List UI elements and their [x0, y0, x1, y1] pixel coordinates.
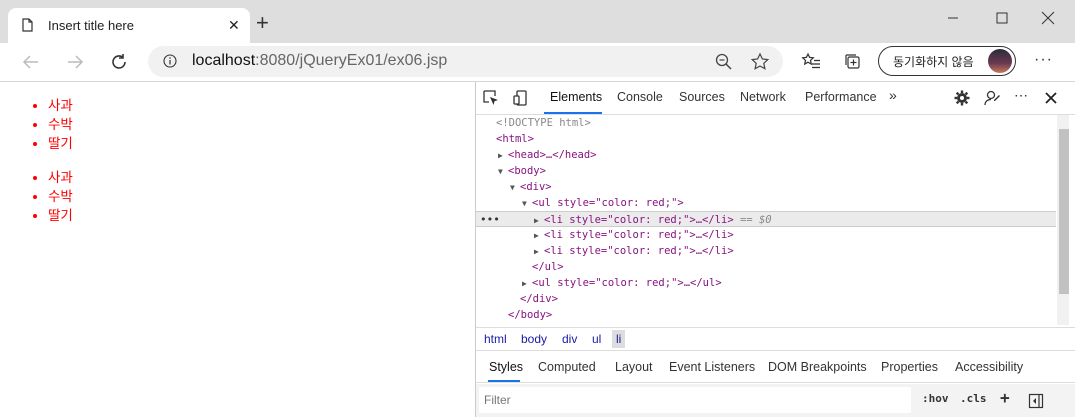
more-tabs-icon[interactable]: » [889, 87, 897, 103]
favorites-icon[interactable] [800, 51, 822, 73]
url-field[interactable]: localhost:8080/jQueryEx01/ex06.jsp [148, 46, 783, 77]
more-menu-icon[interactable]: ··· [1034, 51, 1053, 69]
favorite-star-icon[interactable] [750, 52, 770, 72]
breadcrumb-html[interactable]: html [484, 332, 507, 346]
page-content: 사과 수박 딸기 사과 수박 딸기 [0, 82, 475, 417]
forward-icon[interactable] [64, 51, 86, 73]
collections-icon[interactable] [842, 51, 864, 73]
styles-filter-bar: :hov .cls + [476, 384, 1075, 417]
tab-properties[interactable]: Properties [881, 360, 938, 374]
collapse-triangle-icon[interactable]: ▼ [522, 196, 532, 212]
scrollbar-thumb[interactable] [1059, 129, 1069, 294]
tab-styles[interactable]: Styles [489, 360, 523, 374]
list-item: 사과 [48, 168, 73, 187]
list-item: 수박 [48, 115, 73, 134]
cls-toggle-button[interactable]: .cls [960, 392, 987, 405]
tab-network[interactable]: Network [740, 90, 786, 104]
refresh-icon[interactable] [108, 51, 130, 73]
dom-line-li[interactable]: ▶ <li style="color: red;">…</li> [476, 227, 1075, 243]
tab-performance[interactable]: Performance [805, 90, 877, 104]
profile-sync-button[interactable]: 동기화하지 않음 [878, 46, 1016, 76]
browser-titlebar: Insert title here ✕ + [0, 0, 1075, 43]
tab-title: Insert title here [48, 18, 134, 33]
node-actions-icon[interactable]: ••• [480, 212, 500, 228]
collapse-triangle-icon[interactable]: ▼ [498, 164, 508, 180]
dom-line-html[interactable]: <html> [476, 131, 1075, 147]
devtools-panel: Elements Console Sources Network Perform… [475, 82, 1075, 417]
close-window-icon[interactable] [1033, 8, 1063, 28]
breadcrumb: html body div ul li [476, 327, 1075, 351]
styles-subtabs: Styles Computed Layout Event Listeners D… [476, 352, 1075, 383]
devtools-more-icon[interactable]: ⋯ [1014, 87, 1028, 104]
tab-computed[interactable]: Computed [538, 360, 596, 374]
fruit-list-1: 사과 수박 딸기 [0, 96, 73, 153]
dom-line-li-selected[interactable]: ••• ▶ <li style="color: red;">…</li> == $0 [476, 211, 1056, 227]
breadcrumb-div[interactable]: div [562, 332, 577, 346]
tab-console[interactable]: Console [617, 90, 663, 104]
list-item: 수박 [48, 187, 73, 206]
dom-tree: <!DOCTYPE html> <html> ▶ <head>…</head> ▼… [476, 115, 1056, 325]
collapse-triangle-icon[interactable]: ▼ [510, 180, 520, 196]
devtools-toolbar: Elements Console Sources Network Perform… [476, 82, 1075, 115]
dom-line-ul-2[interactable]: ▶ <ul style="color: red;">…</ul> [476, 275, 1075, 291]
expand-triangle-icon[interactable]: ▶ [522, 276, 532, 292]
device-toolbar-icon[interactable] [512, 89, 530, 107]
close-devtools-icon[interactable] [1042, 89, 1060, 107]
expand-triangle-icon[interactable]: ▶ [498, 148, 508, 164]
active-subtab-indicator [488, 380, 520, 382]
dom-line-body[interactable]: ▼ <body> [476, 163, 1075, 179]
dom-line-ul[interactable]: ▼ <ul style="color: red;"> [476, 195, 1075, 211]
dom-line-head[interactable]: ▶ <head>…</head> [476, 147, 1075, 163]
tab-layout[interactable]: Layout [615, 360, 653, 374]
new-tab-icon[interactable]: + [256, 12, 269, 34]
url-path: :8080/jQueryEx01/ex06.jsp [255, 52, 448, 69]
list-item: 사과 [48, 96, 73, 115]
breadcrumb-li[interactable]: li [612, 330, 626, 348]
dom-line-ul-close[interactable]: </ul> [476, 259, 1075, 275]
tab-sources[interactable]: Sources [679, 90, 725, 104]
settings-gear-icon[interactable] [953, 89, 971, 107]
dom-line-body-close[interactable]: </body> [476, 307, 1075, 323]
dom-line-doctype[interactable]: <!DOCTYPE html> [476, 115, 1075, 131]
tab-dom-breakpoints[interactable]: DOM Breakpoints [768, 360, 867, 374]
list-item: 딸기 [48, 206, 73, 225]
maximize-icon[interactable] [987, 8, 1017, 28]
breadcrumb-body[interactable]: body [521, 332, 547, 346]
expand-triangle-icon[interactable]: ▶ [534, 228, 544, 244]
url-text: localhost:8080/jQueryEx01/ex06.jsp [192, 52, 447, 70]
hov-toggle-button[interactable]: :hov [922, 392, 949, 405]
browser-tab[interactable]: Insert title here ✕ [8, 8, 250, 43]
dom-line-li[interactable]: ▶ <li style="color: red;">…</li> [476, 243, 1075, 259]
tab-elements[interactable]: Elements [550, 90, 602, 104]
breadcrumb-ul[interactable]: ul [592, 332, 601, 346]
toggle-sidebar-icon[interactable] [1028, 393, 1044, 409]
styles-filter-input[interactable] [479, 387, 911, 413]
avatar [988, 49, 1012, 73]
feedback-icon[interactable] [983, 89, 1001, 107]
dom-scrollbar[interactable] [1057, 115, 1069, 325]
address-bar: localhost:8080/jQueryEx01/ex06.jsp 동기화하지… [0, 43, 1075, 82]
expand-triangle-icon[interactable]: ▶ [534, 244, 544, 260]
tab-accessibility[interactable]: Accessibility [955, 360, 1023, 374]
new-style-rule-icon[interactable]: + [1000, 388, 1010, 407]
info-icon[interactable] [163, 54, 177, 68]
close-tab-icon[interactable]: ✕ [228, 17, 240, 34]
sync-label: 동기화하지 않음 [893, 55, 974, 69]
inspect-element-icon[interactable] [482, 89, 500, 107]
fruit-list-2: 사과 수박 딸기 [0, 168, 73, 225]
back-icon[interactable] [20, 51, 42, 73]
zoom-icon[interactable] [714, 52, 734, 72]
minimize-icon[interactable] [938, 8, 968, 28]
dom-line-div[interactable]: ▼ <div> [476, 179, 1075, 195]
list-item: 딸기 [48, 134, 73, 153]
dom-line-div-close[interactable]: </div> [476, 291, 1075, 307]
active-tab-indicator [544, 112, 602, 114]
document-icon [22, 18, 33, 32]
url-host: localhost [192, 52, 256, 69]
tab-event-listeners[interactable]: Event Listeners [669, 360, 755, 374]
